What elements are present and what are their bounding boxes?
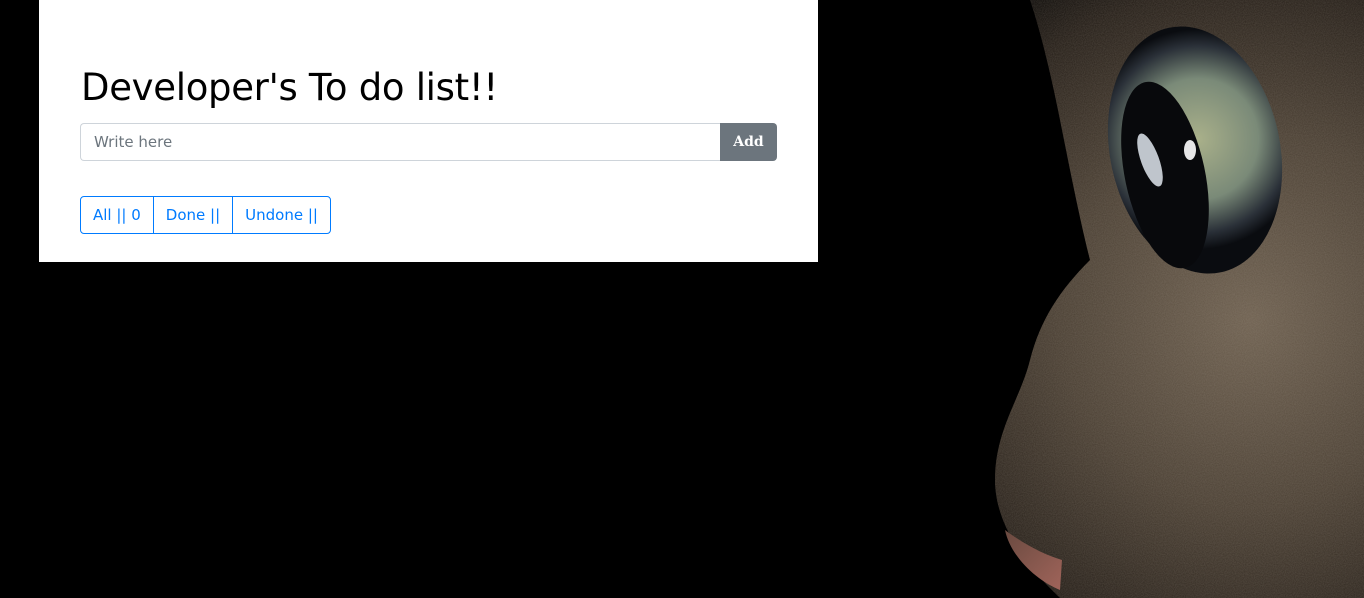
page-title: Developer's To do list!! <box>81 66 498 109</box>
add-todo-form: Add <box>80 123 777 161</box>
page: Developer's To do list!! Add All || 0 Do… <box>0 0 1364 598</box>
todo-card: Developer's To do list!! Add All || 0 Do… <box>39 0 818 262</box>
filter-undone-button[interactable]: Undone || <box>232 196 331 234</box>
todo-input[interactable] <box>80 123 720 161</box>
filter-done-button[interactable]: Done || <box>152 196 234 234</box>
filter-all-button[interactable]: All || 0 <box>80 196 154 234</box>
filter-button-group: All || 0 Done || Undone || <box>80 196 331 234</box>
add-button[interactable]: Add <box>720 123 777 161</box>
